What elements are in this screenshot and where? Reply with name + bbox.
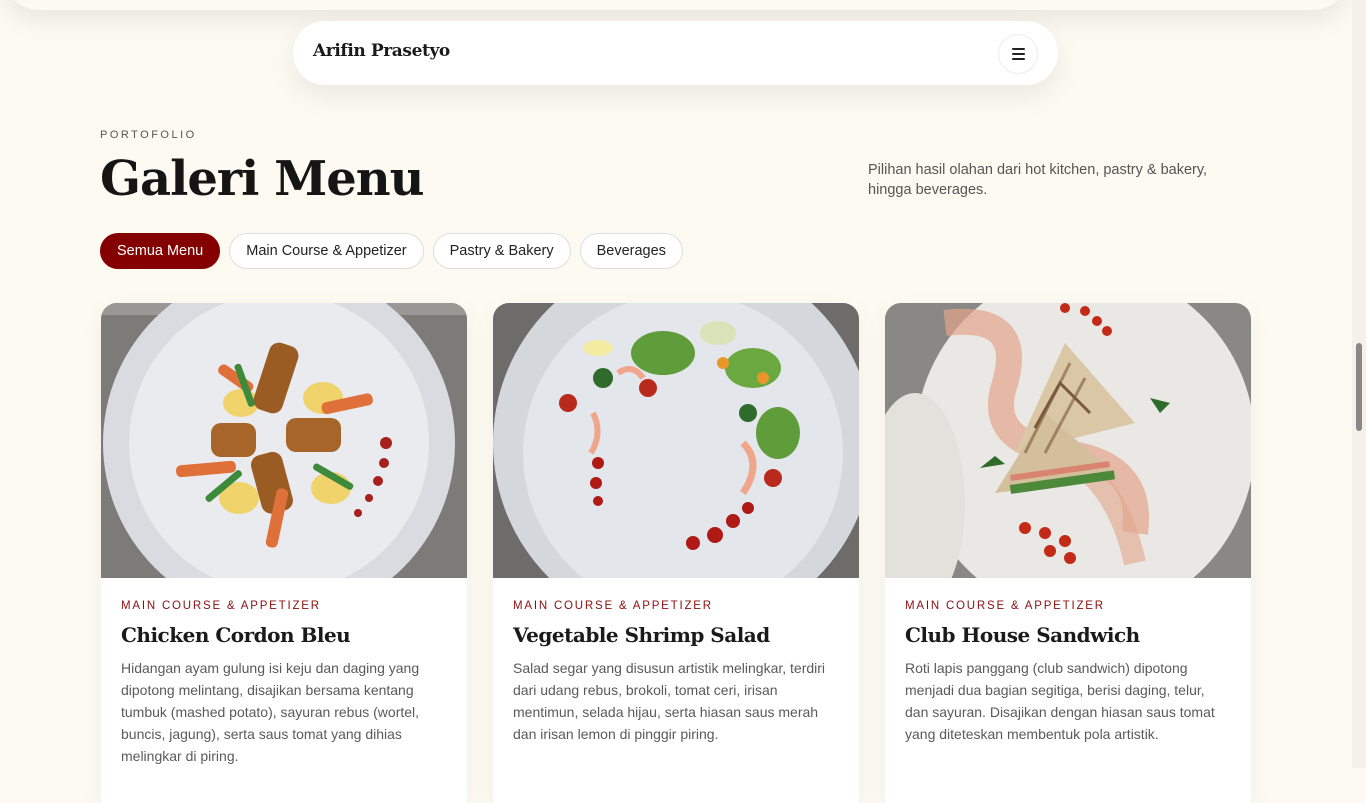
filter-beverages[interactable]: Beverages	[579, 233, 683, 269]
navbar: Arifin Prasetyo	[293, 21, 1058, 85]
filter-pastry[interactable]: Pastry & Bakery	[432, 233, 571, 269]
filter-bar: Semua Menu Main Course & Appetizer Pastr…	[100, 233, 683, 269]
dish-photo	[493, 303, 859, 578]
hamburger-icon-line	[1011, 53, 1025, 55]
card-title: Club House Sandwich	[905, 623, 1140, 647]
card-title: Chicken Cordon Bleu	[121, 623, 351, 647]
card-category: MAIN COURSE & APPETIZER	[905, 600, 1105, 612]
card-description: Roti lapis panggang (club sandwich) dipo…	[905, 660, 1215, 742]
hamburger-icon	[1011, 48, 1025, 50]
card-description: Hidangan ayam gulung isi keju dan daging…	[121, 660, 420, 764]
section-eyebrow: PORTOFOLIO	[100, 129, 197, 141]
menu-card[interactable]: MAIN COURSE & APPETIZER Club House Sandw…	[885, 303, 1251, 803]
page-scrollbar[interactable]	[1352, 0, 1366, 768]
card-description: Salad segar yang disusun artistik meling…	[513, 660, 826, 742]
top-shadow	[0, 0, 1352, 10]
hamburger-icon-line	[1011, 58, 1025, 60]
scrollbar-thumb[interactable]	[1356, 343, 1362, 431]
menu-card[interactable]: MAIN COURSE & APPETIZER Vegetable Shrimp…	[493, 303, 859, 803]
card-category: MAIN COURSE & APPETIZER	[513, 600, 713, 612]
section-description: Pilihan hasil olahan dari hot kitchen, p…	[868, 162, 1208, 198]
hamburger-menu-button[interactable]	[998, 34, 1038, 74]
page-title: Galeri Menu	[100, 151, 425, 207]
filter-all[interactable]: Semua Menu	[100, 233, 221, 269]
card-category: MAIN COURSE & APPETIZER	[121, 600, 321, 612]
filter-main-course[interactable]: Main Course & Appetizer	[229, 233, 424, 269]
dish-photo	[101, 303, 467, 578]
card-title: Vegetable Shrimp Salad	[513, 623, 770, 647]
dish-photo	[885, 303, 1251, 578]
brand-logo[interactable]: Arifin Prasetyo	[313, 41, 450, 61]
menu-card[interactable]: MAIN COURSE & APPETIZER Chicken Cordon B…	[101, 303, 467, 803]
